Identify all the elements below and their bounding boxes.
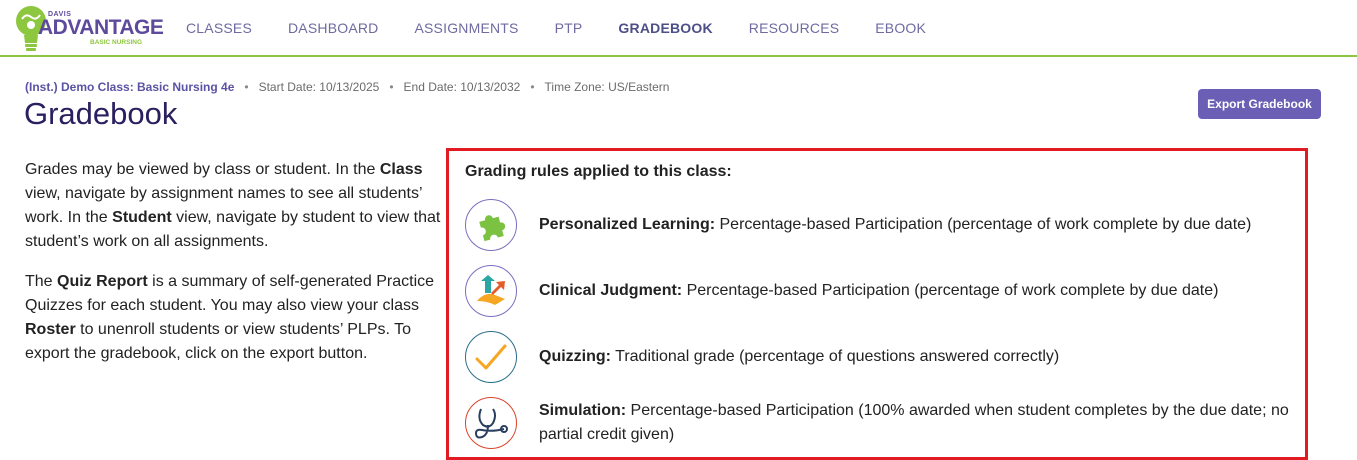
nav-item-dashboard[interactable]: DASHBOARD [288,20,378,36]
nav-item-ptp[interactable]: PTP [555,20,583,36]
rule-simulation: Simulation: Percentage-based Participati… [465,397,1295,449]
page-title: Gradebook [24,96,178,131]
intro-text: Grades may be viewed by class or student… [25,158,445,382]
nav-item-gradebook[interactable]: GRADEBOOK [618,20,712,36]
separator-dot: • [389,80,394,94]
rule-text: Personalized Learning: Percentage-based … [539,216,1252,233]
nav-item-assignments[interactable]: ASSIGNMENTS [414,20,518,36]
class-meta-line: (Inst.) Demo Class: Basic Nursing 4e • S… [25,80,669,94]
export-gradebook-button[interactable]: Export Gradebook [1198,89,1321,119]
top-navigation-bar: DAVIS ADVANTAGE BASIC NURSING CLASSES DA… [0,0,1357,57]
separator-dot: • [530,80,535,94]
logo-advantage-text: ADVANTAGE [38,16,164,39]
puzzle-icon [465,199,517,251]
rule-quizzing: Quizzing: Traditional grade (percentage … [465,331,1295,383]
nav-item-ebook[interactable]: EBOOK [875,20,926,36]
stethoscope-icon [465,397,517,449]
rule-personalized-learning: Personalized Learning: Percentage-based … [465,199,1295,251]
time-zone: Time Zone: US/Eastern [544,80,670,94]
main-nav: CLASSES DASHBOARD ASSIGNMENTS PTP GRADEB… [186,20,962,36]
arrows-icon [465,265,517,317]
nav-item-classes[interactable]: CLASSES [186,20,252,36]
grading-rules-panel: Grading rules applied to this class: Per… [446,148,1308,460]
rule-text: Quizzing: Traditional grade (percentage … [539,348,1060,365]
intro-paragraph-2: The Quiz Report is a summary of self-gen… [25,273,435,362]
end-date: End Date: 10/13/2032 [403,80,521,94]
davis-advantage-logo[interactable]: DAVIS ADVANTAGE BASIC NURSING [12,3,164,53]
rule-clinical-judgment: Clinical Judgment: Percentage-based Part… [465,265,1295,317]
nav-item-resources[interactable]: RESOURCES [749,20,839,36]
rule-text: Simulation: Percentage-based Participati… [539,402,1289,443]
class-name[interactable]: (Inst.) Demo Class: Basic Nursing 4e [25,80,234,94]
grading-rules-title: Grading rules applied to this class: [465,163,732,180]
logo-subtitle-text: BASIC NURSING [90,39,143,46]
intro-paragraph-1: Grades may be viewed by class or student… [25,161,441,250]
rule-text: Clinical Judgment: Percentage-based Part… [539,282,1219,299]
start-date: Start Date: 10/13/2025 [258,80,380,94]
separator-dot: • [244,80,249,94]
checkmark-icon [465,331,517,383]
